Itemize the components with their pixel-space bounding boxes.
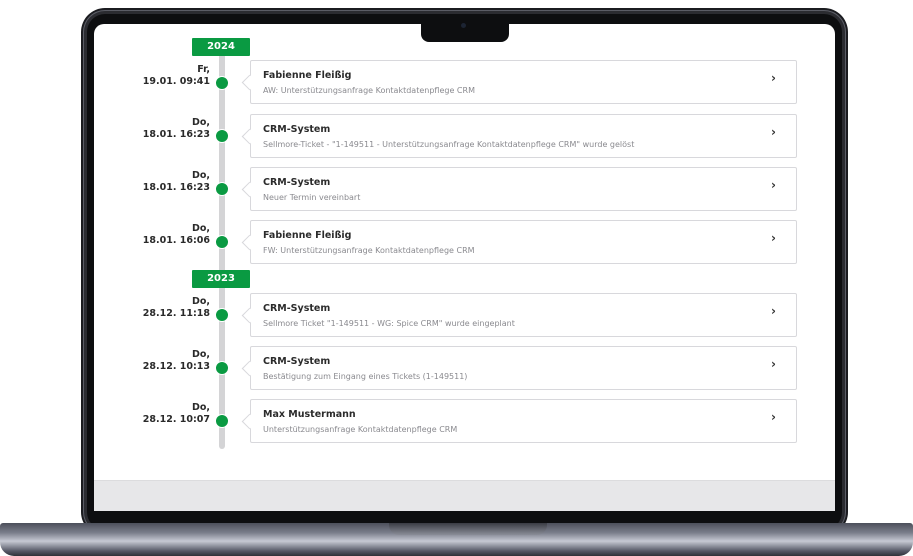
entry-datetime: 18.01. 16:23 <box>142 182 210 193</box>
entry-date: Fr, 19.01. 09:41 <box>90 64 210 88</box>
entry-datetime: 18.01. 16:06 <box>142 235 210 246</box>
entry-datetime: 19.01. 09:41 <box>142 76 210 87</box>
entry-datetime: 28.12. 10:13 <box>142 361 210 372</box>
entry-date: Do, 28.12. 10:07 <box>90 402 210 426</box>
card-subject: Sellmore-Ticket - "1-149511 - Unterstütz… <box>263 140 635 149</box>
entry-date: Do, 18.01. 16:23 <box>90 117 210 141</box>
timeline-rail <box>219 52 225 449</box>
chevron-right-icon[interactable]: › <box>771 125 776 139</box>
entry-day: Do, <box>191 349 210 360</box>
timeline-card[interactable]: CRM-System Sellmore-Ticket - "1-149511 -… <box>250 114 797 158</box>
timeline-card[interactable]: Fabienne Fleißig FW: Unterstützungsanfra… <box>250 220 797 264</box>
card-subject: FW: Unterstützungsanfrage Kontaktdatenpf… <box>263 246 475 255</box>
year-badge-2023: 2023 <box>192 270 250 288</box>
entry-day: Do, <box>191 170 210 181</box>
laptop-base <box>0 523 913 556</box>
timeline-card[interactable]: CRM-System Neuer Termin vereinbart › <box>250 167 797 211</box>
entry-date: Do, 18.01. 16:23 <box>90 170 210 194</box>
chevron-right-icon[interactable]: › <box>771 410 776 424</box>
card-subject: Bestätigung zum Eingang eines Tickets (1… <box>263 372 468 381</box>
timeline-dot <box>215 414 229 428</box>
camera-icon <box>461 23 466 28</box>
timeline-card[interactable]: CRM-System Sellmore Ticket "1-149511 - W… <box>250 293 797 337</box>
card-subject: Unterstützungsanfrage Kontaktdatenpflege… <box>263 425 458 434</box>
card-sender: Fabienne Fleißig <box>263 70 352 81</box>
chevron-right-icon[interactable]: › <box>771 178 776 192</box>
timeline-card[interactable]: Max Mustermann Unterstützungsanfrage Kon… <box>250 399 797 443</box>
entry-day: Do, <box>191 223 210 234</box>
timeline-dot <box>215 76 229 90</box>
card-sender: Fabienne Fleißig <box>263 230 352 241</box>
entry-day: Do, <box>191 402 210 413</box>
chevron-right-icon[interactable]: › <box>771 231 776 245</box>
entry-date: Do, 28.12. 10:13 <box>90 349 210 373</box>
card-sender: CRM-System <box>263 356 331 367</box>
timeline-dot <box>215 129 229 143</box>
entry-datetime: 28.12. 10:07 <box>142 414 210 425</box>
chevron-right-icon[interactable]: › <box>771 357 776 371</box>
camera-notch <box>421 14 509 42</box>
timeline-dot <box>215 235 229 249</box>
card-subject: AW: Unterstützungsanfrage Kontaktdatenpf… <box>263 86 475 95</box>
timeline-dot <box>215 308 229 322</box>
entry-day: Fr, <box>197 64 210 75</box>
chevron-right-icon[interactable]: › <box>771 304 776 318</box>
timeline-dot <box>215 182 229 196</box>
entry-day: Do, <box>191 296 210 307</box>
timeline-card[interactable]: Fabienne Fleißig AW: Unterstützungsanfra… <box>250 60 797 104</box>
chevron-right-icon[interactable]: › <box>771 71 776 85</box>
card-sender: CRM-System <box>263 303 331 314</box>
card-subject: Sellmore Ticket "1-149511 - WG: Spice CR… <box>263 319 515 328</box>
year-badge-2024: 2024 <box>192 38 250 56</box>
card-sender: Max Mustermann <box>263 409 356 420</box>
laptop-base-notch <box>389 523 547 535</box>
entry-day: Do, <box>191 117 210 128</box>
card-sender: CRM-System <box>263 177 331 188</box>
card-sender: CRM-System <box>263 124 331 135</box>
screen-footer <box>94 480 835 511</box>
entry-date: Do, 18.01. 16:06 <box>90 223 210 247</box>
card-subject: Neuer Termin vereinbart <box>263 193 361 202</box>
entry-datetime: 28.12. 11:18 <box>142 308 210 319</box>
entry-date: Do, 28.12. 11:18 <box>90 296 210 320</box>
entry-datetime: 18.01. 16:23 <box>142 129 210 140</box>
timeline-card[interactable]: CRM-System Bestätigung zum Eingang eines… <box>250 346 797 390</box>
timeline-dot <box>215 361 229 375</box>
